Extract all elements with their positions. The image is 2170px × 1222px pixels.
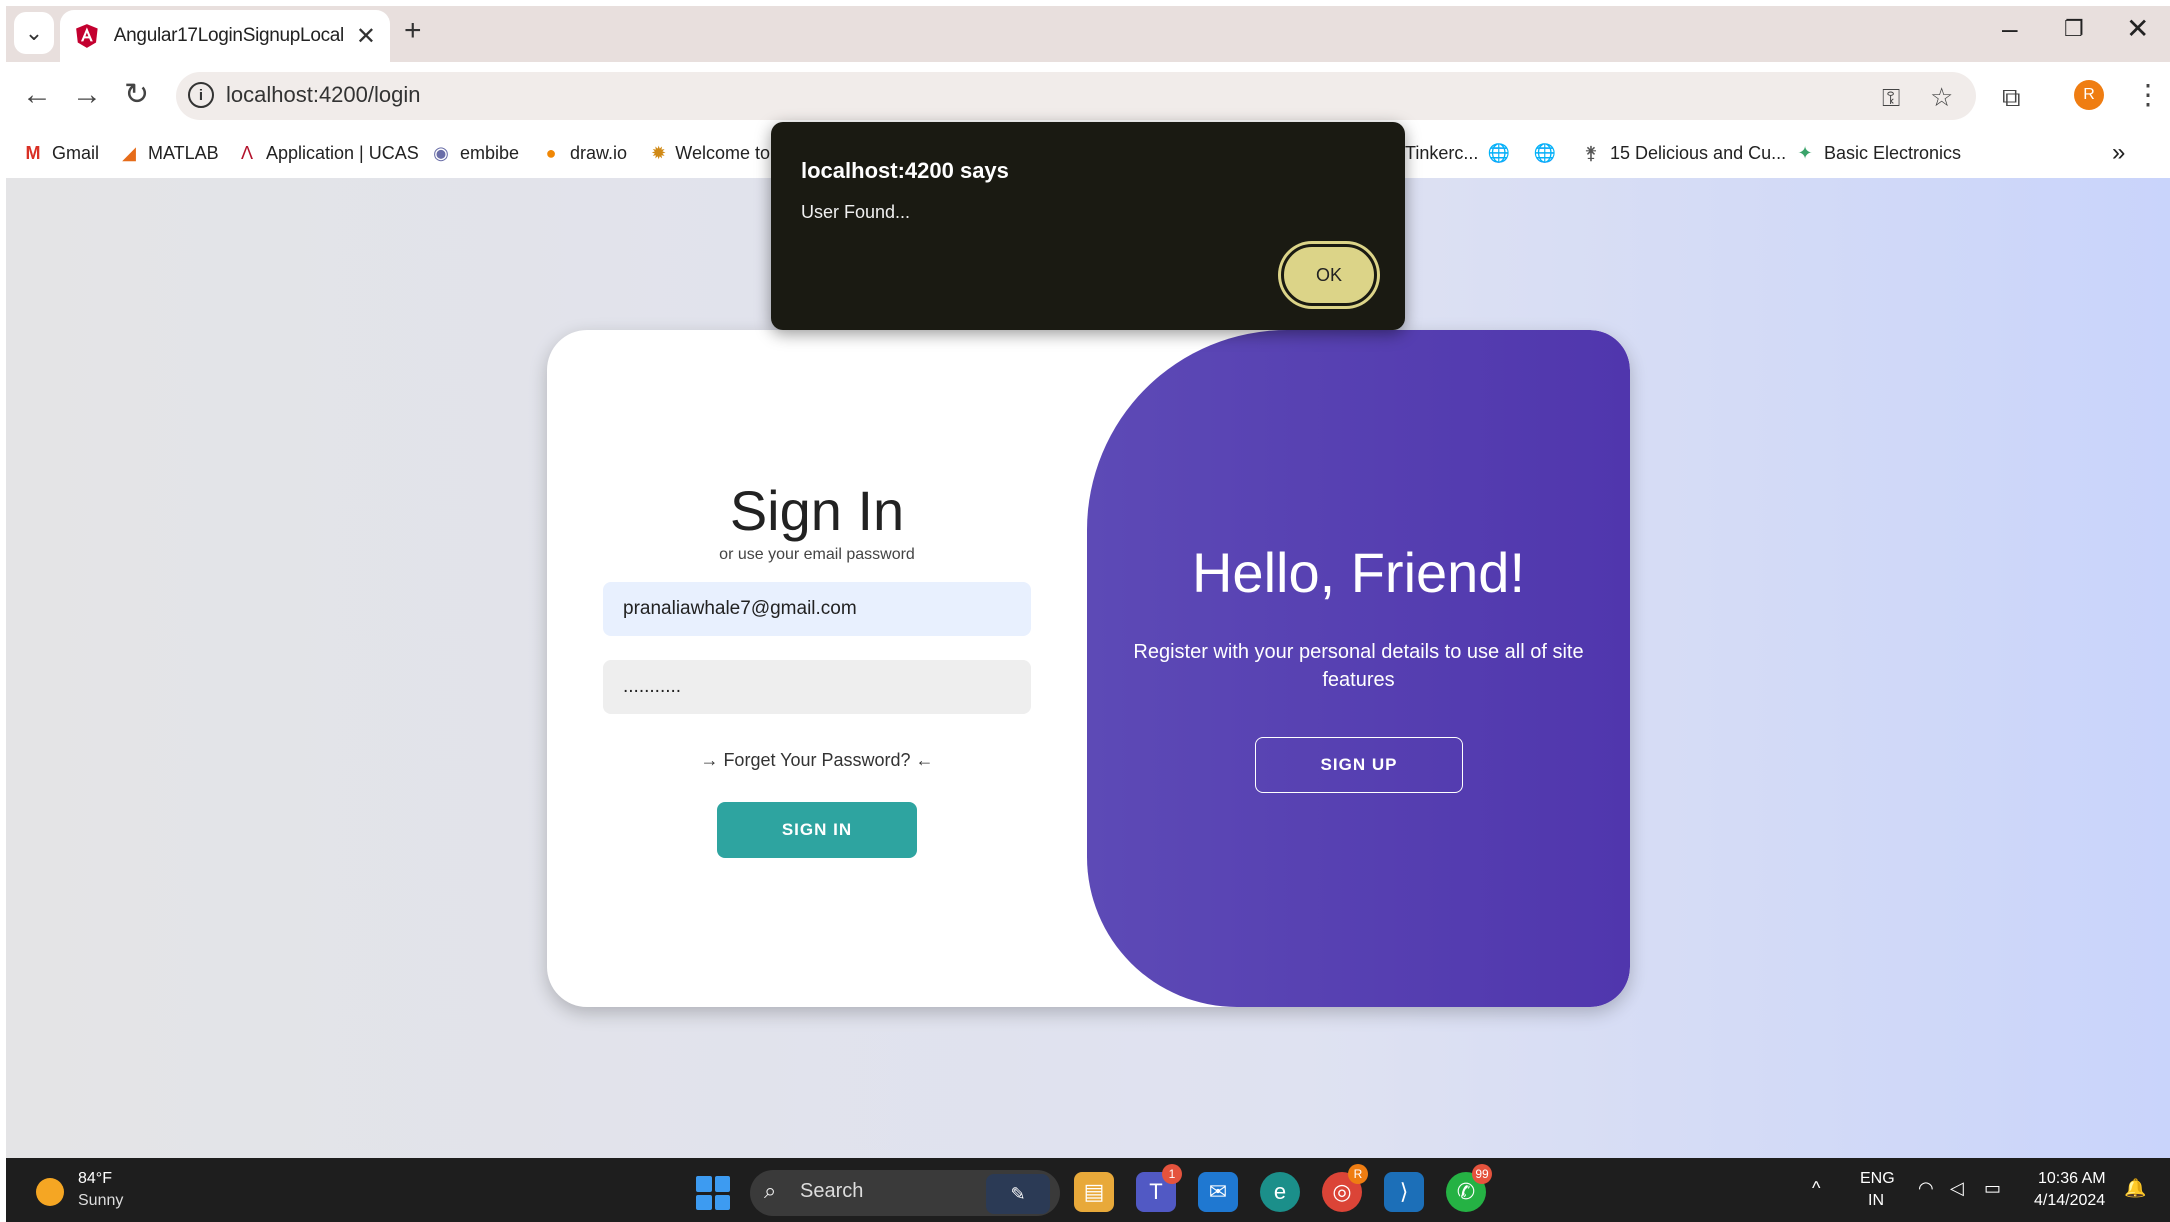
tray-chevron-up-icon[interactable]: ^ <box>1812 1178 1820 1199</box>
signin-subtitle: or use your email password <box>719 546 915 563</box>
windows-start-icon[interactable] <box>696 1176 730 1210</box>
mail-icon[interactable]: ✉ <box>1198 1172 1238 1212</box>
teams-icon[interactable]: T1 <box>1136 1164 1182 1212</box>
toggle-panel: Hello, Friend! Register with your person… <box>1087 330 1630 1007</box>
bookmark-globe-1[interactable]: 🌐 <box>1488 138 1518 168</box>
drawio-icon: ● <box>545 142 557 163</box>
bookmark-matlab[interactable]: ◢ MATLAB <box>118 138 219 168</box>
electronics-icon: ✦ <box>1797 142 1813 163</box>
password-field[interactable] <box>603 660 1031 714</box>
weather-sun-icon[interactable] <box>36 1178 64 1206</box>
hello-title: Hello, Friend! <box>1191 541 1526 604</box>
extensions-icon[interactable]: ⧉ <box>2002 82 2021 112</box>
bookmark-globe-2[interactable]: 🌐 <box>1534 138 1564 168</box>
hello-text: Register with your personal details to u… <box>1133 641 1584 691</box>
taskbar-search-label: Search <box>800 1180 864 1202</box>
tab-title: Angular17LoginSignupLocalsto <box>113 25 344 46</box>
bookmark-basic-electronics[interactable]: ✦ Basic Electronics <box>1794 138 1961 168</box>
tree-icon: ⚵ <box>1584 142 1598 163</box>
auth-card: Sign In or use your email password → For… <box>547 330 1630 1007</box>
signin-button[interactable]: SIGN IN <box>717 802 917 858</box>
more-bookmarks-icon[interactable]: » <box>2112 138 2125 168</box>
language-indicator[interactable]: ENG <box>1860 1170 1895 1188</box>
bookmark-welcome[interactable]: ✹ Welcome to <box>650 138 770 168</box>
file-explorer-icon[interactable]: ▤ <box>1074 1172 1114 1212</box>
close-icon[interactable]: ✕ <box>356 22 376 51</box>
gmail-icon: M <box>25 142 41 163</box>
forward-icon[interactable]: → <box>72 80 102 110</box>
search-icon: ⌕ <box>764 1178 777 1203</box>
bookmark-recipes[interactable]: ⚵ 15 Delicious and Cu... <box>1580 138 1786 168</box>
signin-title: Sign In <box>729 479 905 542</box>
window-close-icon[interactable]: ✕ <box>2126 14 2149 44</box>
chrome-profile-badge: R <box>1348 1164 1368 1184</box>
restore-icon[interactable]: ❐ <box>2064 14 2084 44</box>
menu-icon[interactable]: ⋮ <box>2134 80 2162 110</box>
language-region[interactable]: IN <box>1868 1192 1884 1210</box>
alert-message: User Found... <box>801 202 911 222</box>
angular-icon <box>76 24 98 48</box>
globe-icon: 🌐 <box>1487 142 1511 163</box>
whatsapp-icon[interactable]: ✆ 99 <box>1446 1164 1492 1212</box>
email-field[interactable] <box>603 582 1031 636</box>
back-icon[interactable]: ← <box>22 80 52 110</box>
alert-ok-button[interactable]: OK <box>1281 244 1377 306</box>
bookmark-gmail[interactable]: M Gmail <box>22 138 100 168</box>
bookmark-ucas[interactable]: Λ Application | UCAS <box>236 138 419 168</box>
url-text[interactable]: localhost:4200/login <box>226 82 420 108</box>
bookmark-drawio[interactable]: ● draw.io <box>540 138 627 168</box>
profile-avatar[interactable]: R <box>2074 80 2104 110</box>
signup-button[interactable]: SIGN UP <box>1255 737 1463 793</box>
ucas-icon: Λ <box>240 142 254 163</box>
edge-icon[interactable]: e <box>1260 1172 1300 1212</box>
chevron-down-icon: ⌄ <box>24 20 44 45</box>
site-info-icon[interactable]: i <box>188 82 214 108</box>
sun-icon: ✹ <box>651 142 667 163</box>
bookmark-embibe[interactable]: ◉ embibe <box>430 138 519 168</box>
key-icon[interactable]: ⚿ <box>1882 84 1900 114</box>
volume-icon[interactable]: ◁ <box>1950 1178 1964 1199</box>
alert-dialog: localhost:4200 says User Found... OK <box>771 122 1405 330</box>
address-bar[interactable] <box>176 72 1976 120</box>
weather-temperature[interactable]: 84°F <box>78 1170 112 1188</box>
chrome-icon[interactable]: ◎ R <box>1322 1164 1368 1212</box>
teams-badge: 1 <box>1162 1164 1182 1184</box>
alert-title: localhost:4200 says <box>801 158 1009 183</box>
matlab-icon: ◢ <box>122 142 136 163</box>
new-tab-button[interactable]: + <box>404 16 422 46</box>
tab-search-button[interactable]: ⌄ <box>14 12 54 54</box>
reload-icon[interactable]: ↻ <box>124 80 149 110</box>
search-highlight-icon[interactable]: ✎ <box>986 1174 1050 1214</box>
wifi-icon[interactable]: ◠ <box>1918 1178 1934 1199</box>
forgot-password-link[interactable]: → Forget Your Password? ← <box>547 750 1087 771</box>
bookmark-tinkercad[interactable]: Tinkerc... <box>1405 138 1478 168</box>
battery-icon[interactable]: ▭ <box>1984 1178 2001 1199</box>
minimize-icon[interactable]: – <box>2002 14 2018 44</box>
embibe-icon: ◉ <box>433 142 449 163</box>
notification-bell-icon[interactable]: 🔔 <box>2124 1178 2146 1199</box>
clock-time[interactable]: 10:36 AM <box>2038 1170 2106 1188</box>
star-icon[interactable]: ☆ <box>1930 82 1953 112</box>
vscode-icon[interactable]: ⟩ <box>1384 1172 1424 1212</box>
whatsapp-badge: 99 <box>1472 1164 1492 1184</box>
active-tab[interactable]: Angular17LoginSignupLocalsto ✕ <box>60 10 390 62</box>
clock-date[interactable]: 4/14/2024 <box>2034 1192 2105 1210</box>
weather-condition[interactable]: Sunny <box>78 1192 123 1210</box>
globe-icon: 🌐 <box>1533 142 1557 163</box>
